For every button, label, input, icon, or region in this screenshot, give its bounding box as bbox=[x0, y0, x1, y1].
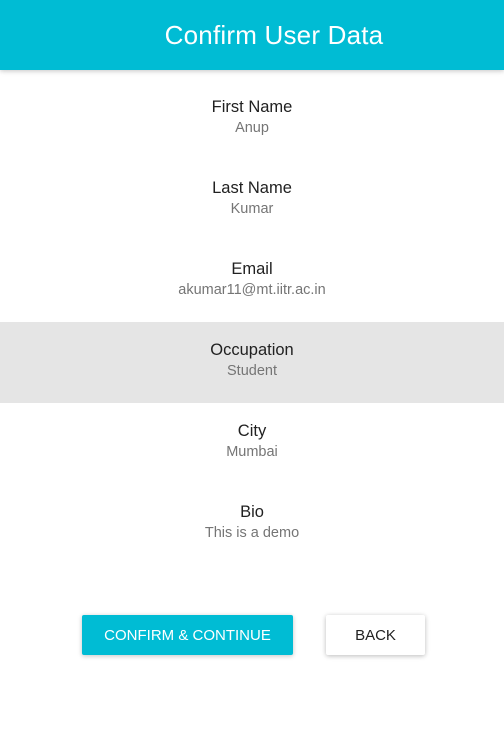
item-label: City bbox=[237, 421, 267, 440]
user-data-list: First Name Anup Last Name Kumar Email ak… bbox=[0, 79, 504, 565]
item-label: Bio bbox=[240, 502, 264, 521]
item-label: Email bbox=[231, 259, 273, 278]
page-title: Confirm User Data bbox=[164, 20, 384, 50]
list-item-city[interactable]: City Mumbai bbox=[0, 403, 504, 484]
list-item-bio[interactable]: Bio This is a demo bbox=[0, 484, 504, 565]
list-item-last-name[interactable]: Last Name Kumar bbox=[0, 160, 504, 241]
confirm-user-data-screen: Confirm User Data First Name Anup Last N… bbox=[0, 0, 504, 755]
item-label: Last Name bbox=[212, 178, 292, 197]
item-value: akumar11@mt.iitr.ac.in bbox=[178, 281, 326, 298]
item-value: Kumar bbox=[230, 200, 274, 217]
confirm-continue-button[interactable]: CONFIRM & CONTINUE bbox=[82, 615, 293, 655]
item-value: Anup bbox=[235, 119, 269, 136]
action-buttons: CONFIRM & CONTINUE BACK bbox=[0, 615, 504, 655]
list-item-first-name[interactable]: First Name Anup bbox=[0, 79, 504, 160]
app-bar: Confirm User Data bbox=[0, 0, 504, 70]
list-item-occupation[interactable]: Occupation Student bbox=[0, 322, 504, 403]
item-label: First Name bbox=[211, 97, 293, 116]
item-value: Student bbox=[227, 362, 277, 379]
list-item-email[interactable]: Email akumar11@mt.iitr.ac.in bbox=[0, 241, 504, 322]
item-value: Mumbai bbox=[226, 443, 278, 460]
back-button[interactable]: BACK bbox=[326, 615, 425, 655]
item-label: Occupation bbox=[210, 340, 294, 359]
item-value: This is a demo bbox=[204, 524, 300, 541]
